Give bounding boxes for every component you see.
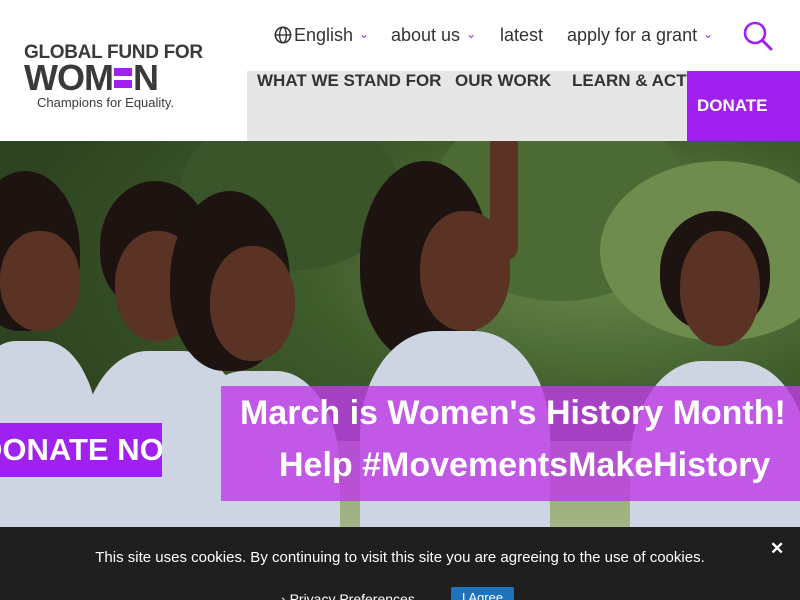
privacy-preferences-label: Privacy Preferences: [289, 591, 415, 600]
logo-n: N: [132, 57, 159, 98]
logo-wom: WOM: [24, 57, 114, 98]
hero-image: March is Women's History Month! Help #Mo…: [0, 141, 800, 551]
donate-button[interactable]: DONATE: [687, 71, 800, 141]
privacy-preferences-link[interactable]: › Privacy Preferences: [281, 591, 415, 600]
nav-our-work[interactable]: OUR WORK: [455, 71, 551, 141]
hero-banner: March is Women's History Month! Help #Mo…: [221, 386, 800, 501]
nav-what-we-stand-for[interactable]: WHAT WE STAND FOR: [257, 71, 441, 141]
apply-label: apply for a grant: [567, 24, 698, 45]
cookie-message: This site uses cookies. By continuing to…: [95, 549, 705, 566]
nav-apply-for-grant[interactable]: apply for a grant ⌄: [567, 20, 713, 50]
close-icon[interactable]: ✕: [770, 539, 784, 559]
language-label: English: [294, 24, 354, 45]
chevron-down-icon: ⌄: [466, 27, 477, 41]
language-selector[interactable]: English ⌄: [274, 20, 369, 50]
chevron-down-icon: ⌄: [359, 27, 370, 41]
about-us-label: about us: [391, 24, 461, 45]
search-icon[interactable]: [742, 20, 774, 52]
site-logo[interactable]: GLOBAL FUND FOR WOM N Champions for Equal…: [24, 42, 203, 114]
equals-logo-icon: [113, 65, 132, 91]
nav-learn-and-act[interactable]: LEARN & ACT: [572, 71, 687, 141]
cookie-notice: This site uses cookies. By continuing to…: [0, 527, 800, 600]
agree-button[interactable]: I Agree: [451, 587, 514, 600]
site-header: GLOBAL FUND FOR WOM N Champions for Equal…: [0, 0, 800, 141]
logo-tagline: Champions for Equality.: [37, 95, 175, 110]
chevron-down-icon: ⌄: [703, 27, 714, 41]
donate-now-button[interactable]: DONATE NOW: [0, 423, 162, 477]
banner-line-1: March is Women's History Month!: [240, 394, 786, 432]
banner-line-2: Help #MovementsMakeHistory: [279, 446, 771, 484]
nav-latest[interactable]: latest: [500, 20, 543, 50]
logo-line-2: WOM N: [24, 57, 159, 98]
main-navigation: WHAT WE STAND FOR OUR WORK LEARN & ACT: [247, 71, 687, 141]
globe-icon: [274, 26, 292, 44]
nav-about-us[interactable]: about us ⌄: [391, 20, 476, 50]
latest-label: latest: [500, 24, 544, 45]
